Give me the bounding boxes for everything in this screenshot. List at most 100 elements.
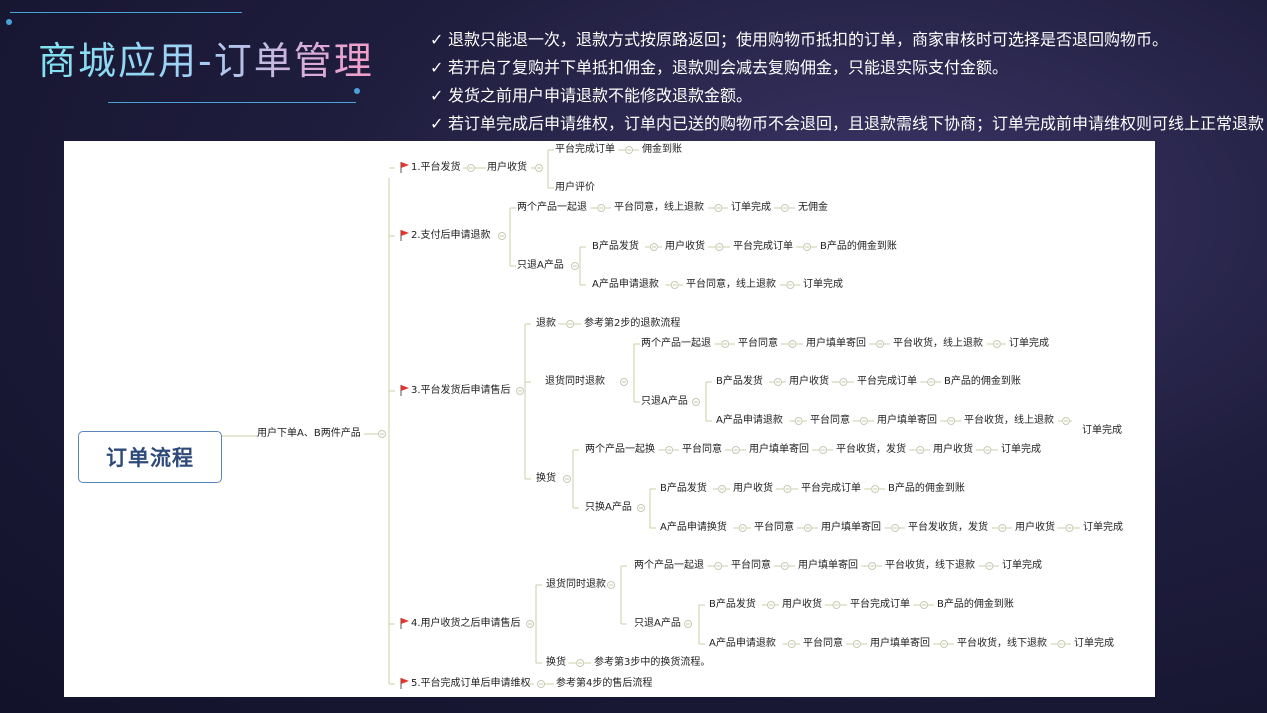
notes-list: ✓ 退款只能退一次，退款方式按原路返回；使用购物币抵扣的订单，商家审核时可选择是否… (430, 26, 1265, 138)
mindmap-node: 用户填单寄回 (870, 638, 930, 649)
note-item: ✓ 退款只能退一次，退款方式按原路返回；使用购物币抵扣的订单，商家审核时可选择是否… (430, 26, 1265, 54)
mindmap-level1-node: 用户下单A、B两件产品 (257, 428, 361, 439)
mindmap-node: 退款 (536, 318, 556, 329)
check-icon: ✓ (430, 114, 444, 133)
mindmap-node: 平台发收货，发货 (908, 522, 988, 533)
mindmap-node: 两个产品一起退 (641, 338, 711, 349)
mindmap-node: 用户收货 (782, 599, 822, 610)
flag-icon (400, 385, 409, 396)
flag-icon (400, 618, 409, 629)
mindmap-node: B产品的佣金到账 (944, 376, 1021, 387)
mindmap-node: B产品发货 (660, 483, 707, 494)
note-text: 若开启了复购并下单抵扣佣金，退款则会减去复购佣金，只能退实际支付金额。 (448, 58, 1009, 77)
mindmap-node: A产品申请退款 (716, 415, 783, 426)
mindmap-node: 用户收货 (1015, 522, 1055, 533)
mindmap-node: 订单完成 (803, 279, 843, 290)
mindmap-node: 退货同时退款 (546, 579, 606, 590)
mindmap-node: 订单完成 (731, 202, 771, 213)
mindmap-node: 平台收货，线上退款 (964, 415, 1054, 426)
mindmap-node: 用户收货 (733, 483, 773, 494)
mindmap-node: 用户评价 (555, 182, 595, 193)
mindmap-node: 换货 (546, 657, 566, 668)
check-icon: ✓ (430, 30, 444, 49)
mindmap-node: 订单完成 (1002, 560, 1042, 571)
mindmap-panel: 订单流程 用户下单A、B两件产品 1.平台发货 用户收货 平台完成订单 佣金到账 用户评价… (64, 141, 1155, 697)
flag-icon (400, 678, 409, 689)
slide-title: 商城应用-订单管理 (38, 30, 374, 85)
mindmap-node: 平台完成订单 (733, 241, 793, 252)
note-text: 若订单完成后申请维权，订单内已送的购物币不会退回，且退款需线下协商；订单完成前申… (448, 114, 1265, 133)
mindmap-node: 订单完成 (1009, 338, 1049, 349)
mindmap-node: 换货 (536, 473, 556, 484)
mindmap-node: 参考第3步中的换货流程。 (594, 657, 711, 668)
mindmap-node: 平台同意 (731, 560, 771, 571)
mindmap-node: 只退A产品 (517, 260, 564, 271)
mindmap-node: 用户收货 (933, 444, 973, 455)
mindmap-node: 无佣金 (798, 202, 828, 213)
mindmap-node: 佣金到账 (642, 144, 682, 155)
mindmap-node: 订单完成 (1074, 638, 1114, 649)
branch-label: 4.用户收货之后申请售后 (411, 618, 521, 629)
mindmap-node: 平台同意，线上退款 (614, 202, 704, 213)
note-item: ✓ 若开启了复购并下单抵扣佣金，退款则会减去复购佣金，只能退实际支付金额。 (430, 54, 1265, 82)
mindmap-node: B产品的佣金到账 (820, 241, 897, 252)
mindmap-node: A产品申请退款 (709, 638, 776, 649)
decorative-line-bottom (108, 102, 356, 103)
mindmap-node: 平台收货，线下退款 (957, 638, 1047, 649)
mindmap-node: B产品发货 (592, 241, 639, 252)
check-icon: ✓ (430, 58, 444, 77)
decorative-dot (6, 19, 12, 25)
mindmap-node: 平台收货，线上退款 (893, 338, 983, 349)
mindmap-node: 平台完成订单 (857, 376, 917, 387)
mindmap-node: 只退A产品 (634, 618, 681, 629)
mindmap-node: 只换A产品 (585, 502, 632, 513)
branch-label: 5.平台完成订单后申请维权 (411, 678, 531, 689)
note-item: ✓ 若订单完成后申请维权，订单内已送的购物币不会退回，且退款需线下协商；订单完成前… (430, 110, 1265, 138)
mindmap-node: 平台同意 (803, 638, 843, 649)
mindmap-node: 参考第4步的售后流程 (556, 678, 653, 689)
mindmap-node: 用户填单寄回 (821, 522, 881, 533)
note-text: 发货之前用户申请退款不能修改退款金额。 (448, 86, 753, 105)
mindmap-node: 用户填单寄回 (749, 444, 809, 455)
mindmap-node: 退货同时退款 (545, 376, 605, 387)
branch-label: 3.平台发货后申请售后 (411, 385, 511, 396)
mindmap-node: B产品发货 (716, 376, 763, 387)
mindmap-node: 用户收货 (487, 162, 527, 173)
mindmap-root: 订单流程 (78, 431, 222, 483)
mindmap-node: 只退A产品 (641, 396, 688, 407)
mindmap-node: 平台同意 (754, 522, 794, 533)
mindmap-node: 平台完成订单 (801, 483, 861, 494)
note-text: 退款只能退一次，退款方式按原路返回；使用购物币抵扣的订单，商家审核时可选择是否退… (448, 30, 1169, 49)
decorative-line-top (10, 12, 242, 13)
mindmap-node: B产品的佣金到账 (888, 483, 965, 494)
branch-label: 1.平台发货 (411, 162, 461, 173)
mindmap-node: 平台收货，线下退款 (885, 560, 975, 571)
note-item: ✓ 发货之前用户申请退款不能修改退款金额。 (430, 82, 1265, 110)
mindmap-node: A产品申请换货 (660, 522, 727, 533)
mindmap-node: 用户填单寄回 (877, 415, 937, 426)
decorative-dot (354, 88, 360, 94)
mindmap-node: B产品发货 (709, 599, 756, 610)
mindmap-node: 订单完成 (1083, 522, 1123, 533)
mindmap-node: 平台同意 (810, 415, 850, 426)
flag-icon (400, 162, 409, 173)
mindmap-node: 平台完成订单 (850, 599, 910, 610)
mindmap-node: 用户填单寄回 (798, 560, 858, 571)
mindmap-node: B产品的佣金到账 (937, 599, 1014, 610)
mindmap-node: 用户收货 (789, 376, 829, 387)
mindmap-node: 用户填单寄回 (806, 338, 866, 349)
mindmap-node: 订单完成 (1001, 444, 1041, 455)
check-icon: ✓ (430, 86, 444, 105)
branch-label: 2.支付后申请退款 (411, 230, 491, 241)
mindmap-node: 两个产品一起退 (634, 560, 704, 571)
mindmap-node: A产品申请退款 (592, 279, 659, 290)
mindmap-node: 平台同意 (682, 444, 722, 455)
mindmap-node: 两个产品一起换 (585, 444, 655, 455)
mindmap-node: 平台同意 (738, 338, 778, 349)
mindmap-node: 订单完成 (1082, 425, 1122, 436)
mindmap-node: 平台收货，发货 (836, 444, 906, 455)
mindmap-node: 平台完成订单 (555, 144, 615, 155)
mindmap-node: 参考第2步的退款流程 (584, 318, 681, 329)
mindmap-node: 用户收货 (665, 241, 705, 252)
flag-icon (400, 230, 409, 241)
